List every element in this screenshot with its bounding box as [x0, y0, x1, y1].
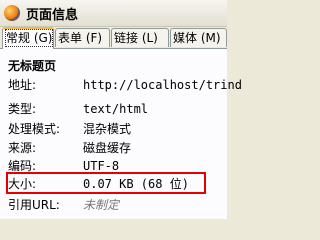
address-row: 地址: http://localhost/trind [0, 76, 242, 94]
tab-forms[interactable]: 表单 (F) [55, 28, 110, 47]
type-row: 类型: text/html [0, 100, 227, 118]
size-label: 大小: [8, 177, 37, 191]
size-row: 大小: 0.07 KB (68 位) [0, 175, 227, 193]
source-value[interactable]: 磁盘缓存 [83, 139, 131, 157]
referrer-value[interactable]: 未制定 [83, 196, 119, 214]
tab-media[interactable]: 媒体 (M) [170, 28, 227, 47]
title-bar[interactable]: 页面信息 [0, 0, 227, 27]
encoding-row: 编码: UTF-8 [0, 157, 227, 175]
encoding-value[interactable]: UTF-8 [83, 157, 119, 175]
address-value[interactable]: http://localhost/trind [83, 76, 242, 94]
source-row: 来源: 磁盘缓存 [0, 139, 227, 157]
referrer-label: 引用URL: [8, 198, 60, 212]
tab-general[interactable]: 常规 (G) [2, 27, 54, 49]
tab-links[interactable]: 链接 (L) [111, 28, 169, 47]
render-mode-value[interactable]: 混杂模式 [83, 120, 131, 138]
tab-strip: 常规 (G) 表单 (F) 链接 (L) 媒体 (M) [0, 27, 227, 49]
page-info-window: 页面信息 常规 (G) 表单 (F) 链接 (L) 媒体 (M) 无标题页 地址… [0, 0, 242, 219]
address-label: 地址: [8, 78, 37, 92]
size-value[interactable]: 0.07 KB (68 位) [83, 175, 189, 193]
tab-media-label: 媒体 (M) [173, 31, 221, 45]
window-title: 页面信息 [26, 8, 79, 23]
page-title: 无标题页 [8, 59, 57, 73]
source-label: 来源: [8, 141, 37, 155]
firefox-icon [4, 5, 20, 21]
tab-forms-label: 表单 (F) [58, 31, 103, 45]
tab-links-label: 链接 (L) [114, 31, 158, 45]
tab-general-label: 常规 (G) [5, 29, 54, 47]
referrer-row: 引用URL: 未制定 [0, 196, 227, 214]
encoding-label: 编码: [8, 159, 37, 173]
render-mode-row: 处理模式: 混杂模式 [0, 120, 227, 138]
render-mode-label: 处理模式: [8, 122, 61, 136]
type-value[interactable]: text/html [83, 100, 148, 118]
type-label: 类型: [8, 102, 37, 116]
